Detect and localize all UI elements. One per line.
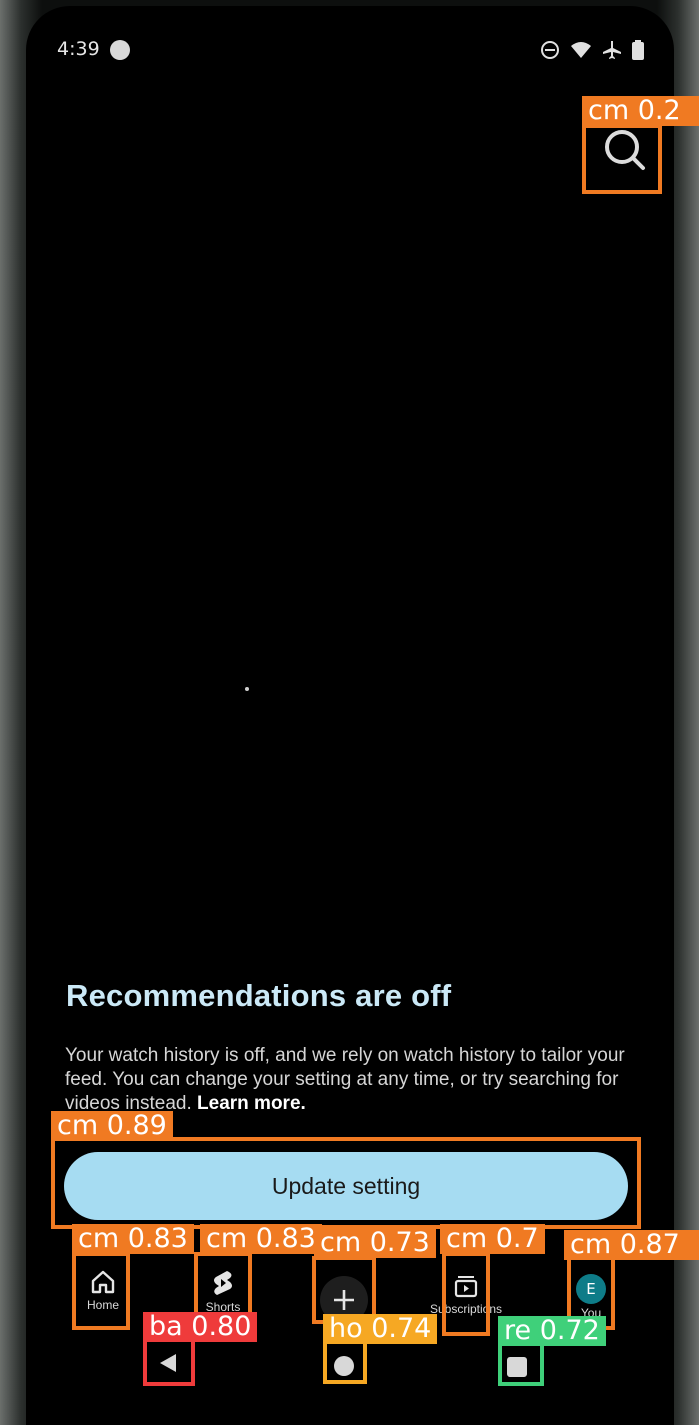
detection-box — [323, 1340, 367, 1384]
detection-label: cm 0.83 — [72, 1224, 194, 1254]
detection-label: cm 0.83 — [200, 1224, 322, 1254]
status-icons — [540, 40, 644, 60]
detection-box — [51, 1137, 641, 1229]
wifi-icon — [571, 42, 591, 58]
battery-icon — [632, 40, 644, 60]
detection-label: cm 0.89 — [51, 1111, 173, 1141]
detection-box — [582, 124, 662, 194]
detection-label: ho 0.74 — [323, 1314, 438, 1344]
detection-label: cm 0.73 — [314, 1228, 436, 1258]
learn-more-link[interactable]: Learn more. — [197, 1093, 306, 1114]
detection-box — [498, 1340, 544, 1386]
detection-box — [143, 1336, 195, 1386]
description-text: Your watch history is off, and we rely o… — [65, 1044, 655, 1116]
status-time: 4:39 — [57, 38, 100, 60]
detection-box — [72, 1252, 130, 1330]
airplane-mode-icon — [603, 41, 621, 59]
detection-box — [442, 1252, 490, 1336]
do-not-disturb-icon — [541, 41, 559, 59]
notification-app-icon — [110, 40, 130, 60]
description-body: Your watch history is off, and we rely o… — [65, 1045, 625, 1114]
page-title: Recommendations are off — [66, 978, 452, 1013]
detection-label: cm 0.7 — [440, 1224, 545, 1254]
detection-label: ba 0.80 — [143, 1312, 258, 1342]
detection-label: cm 0.2 — [582, 96, 699, 126]
detection-label: re 0.72 — [498, 1316, 606, 1346]
loading-indicator — [245, 687, 249, 691]
detection-label: cm 0.87 — [564, 1230, 699, 1260]
detection-box — [194, 1252, 252, 1316]
